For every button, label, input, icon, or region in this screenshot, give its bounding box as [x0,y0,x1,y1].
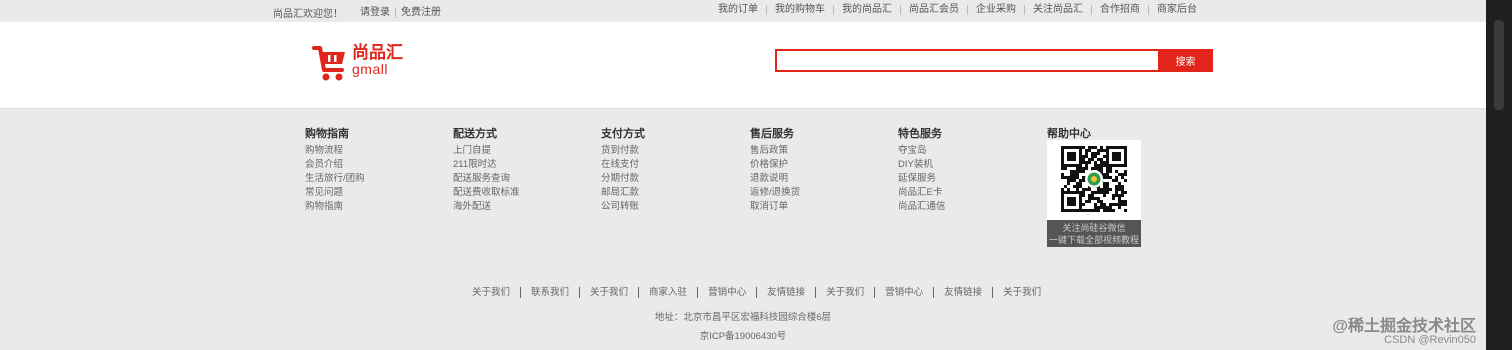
qr-caption: 关注尚硅谷微信 一键下载全部视频教程 [1047,220,1141,247]
top-link-merchant[interactable]: 商家后台 [1148,5,1205,15]
guide-link[interactable]: 退款说明 [750,172,800,186]
top-link-orders[interactable]: 我的订单 [710,5,766,15]
scrollbar[interactable] [1486,0,1512,350]
watermark-line1: @稀土掘金技术社区 [1332,317,1476,335]
bottom-link[interactable]: 关于我们 [579,287,638,298]
qr-caption-line2: 一键下载全部视频教程 [1048,235,1139,245]
top-bar: 尚品汇欢迎您！ 请登录 免费注册 我的订单 我的购物车 我的尚品汇 尚品汇会员 … [0,0,1486,22]
guide-col-special: 特色服务 夺宝岛 DIY装机 延保服务 尚品汇E卡 尚品汇通信 [898,125,946,214]
watermark-line2: CSDN @Revin050 [1384,334,1476,347]
top-link-cooperate[interactable]: 合作招商 [1091,5,1148,15]
guide-col-title: 购物指南 [305,128,349,140]
guide-link[interactable]: 购物流程 [305,144,365,158]
top-link-member[interactable]: 尚品汇会员 [900,5,967,15]
guide-link[interactable]: 货到付款 [601,144,645,158]
guide-link[interactable]: 配送费收取标准 [453,186,520,200]
page: 尚品汇欢迎您！ 请登录 免费注册 我的订单 我的购物车 我的尚品汇 尚品汇会员 … [0,0,1486,350]
search-button[interactable]: 搜索 [1158,49,1213,72]
guide-link[interactable]: 会员介绍 [305,158,365,172]
top-link-enterprise[interactable]: 企业采购 [967,5,1024,15]
register-link[interactable]: 免费注册 [396,7,446,18]
help-center-title: 帮助中心 [1047,128,1091,140]
bottom-link[interactable]: 关于我们 [462,287,520,298]
bottom-links: 关于我们 联系我们 关于我们 商家入驻 营销中心 友情链接 关于我们 营销中心 … [462,287,1051,298]
top-link-follow[interactable]: 关注尚品汇 [1024,5,1091,15]
logo-en: gmall [352,61,388,77]
guide-link[interactable]: 分期付款 [601,172,645,186]
guide-link[interactable]: 延保服务 [898,172,946,186]
login-link[interactable]: 请登录 [355,7,396,18]
guide-link[interactable]: 邮局汇款 [601,186,645,200]
guide-col-payment: 支付方式 货到付款 在线支付 分期付款 邮局汇款 公司转账 [601,125,645,214]
top-bar-inner: 尚品汇欢迎您！ 请登录 免费注册 我的订单 我的购物车 我的尚品汇 尚品汇会员 … [273,0,1211,22]
guide-col-title: 配送方式 [453,128,497,140]
guide-link[interactable]: 价格保护 [750,158,800,172]
top-link-my-mall[interactable]: 我的尚品汇 [833,5,900,15]
guide-link[interactable]: 售后政策 [750,144,800,158]
welcome-text: 尚品汇欢迎您！ [273,9,343,20]
bottom-link[interactable]: 关于我们 [815,287,874,298]
guide-link[interactable]: 上门自提 [453,144,520,158]
guide-col-aftersales: 售后服务 售后政策 价格保护 退款说明 返修/退换货 取消订单 [750,125,800,214]
guide-link[interactable]: DIY装机 [898,158,946,172]
bottom-link[interactable]: 营销中心 [697,287,756,298]
search-bar: 搜索 [775,49,1213,72]
bottom-link[interactable]: 友情链接 [933,287,992,298]
logo-cn: 尚品汇 [352,43,403,62]
guide-link[interactable]: 公司转账 [601,200,645,214]
footer-guide: 购物指南 购物流程 会员介绍 生活旅行/团购 常见问题 购物指南 配送方式 上门… [0,125,1486,265]
top-nav-links: 我的订单 我的购物车 我的尚品汇 尚品汇会员 企业采购 关注尚品汇 合作招商 商… [710,5,1205,15]
guide-link[interactable]: 夺宝岛 [898,144,946,158]
logo[interactable]: 尚品汇 gmall [312,42,403,84]
top-link-cart[interactable]: 我的购物车 [766,5,833,15]
guide-col-delivery: 配送方式 上门自提 211限时达 配送服务查询 配送费收取标准 海外配送 [453,125,520,214]
top-bar-left: 尚品汇欢迎您！ 请登录 免费注册 [273,5,446,20]
guide-link[interactable]: 尚品汇通信 [898,200,946,214]
bottom-link[interactable]: 友情链接 [756,287,815,298]
guide-link[interactable]: 配送服务查询 [453,172,520,186]
bottom-link[interactable]: 关于我们 [992,287,1051,298]
bottom-link[interactable]: 营销中心 [874,287,933,298]
guide-link[interactable]: 常见问题 [305,186,365,200]
guide-col-shopping: 购物指南 购物流程 会员介绍 生活旅行/团购 常见问题 购物指南 [305,125,365,214]
cart-icon [312,46,345,81]
watermark: @稀土掘金技术社区 CSDN @Revin050 [1332,317,1476,347]
guide-link[interactable]: 取消订单 [750,200,800,214]
guide-link[interactable]: 海外配送 [453,200,520,214]
guide-link[interactable]: 211限时达 [453,158,520,172]
guide-link[interactable]: 生活旅行/团购 [305,172,365,186]
header: 尚品汇 gmall 搜索 [0,22,1486,109]
guide-link[interactable]: 在线支付 [601,158,645,172]
guide-col-title: 特色服务 [898,128,942,140]
qr-code-icon [1047,140,1141,220]
scrollbar-thumb[interactable] [1494,20,1504,110]
qr-block: 关注尚硅谷微信 一键下载全部视频教程 [1047,140,1141,247]
logo-text: 尚品汇 gmall [352,42,403,76]
address-text: 地址：北京市昌平区宏福科技园综合楼6层 [654,312,832,323]
guide-col-title: 售后服务 [750,128,794,140]
icp-text: 京ICP备19006430号 [699,331,787,342]
search-input[interactable] [775,49,1158,72]
qr-caption-line1: 关注尚硅谷微信 [1062,223,1126,233]
guide-link[interactable]: 返修/退换货 [750,186,800,200]
guide-link[interactable]: 尚品汇E卡 [898,186,946,200]
bottom-link[interactable]: 联系我们 [520,287,579,298]
guide-col-title: 支付方式 [601,128,645,140]
guide-link[interactable]: 购物指南 [305,200,365,214]
bottom-link[interactable]: 商家入驻 [638,287,697,298]
